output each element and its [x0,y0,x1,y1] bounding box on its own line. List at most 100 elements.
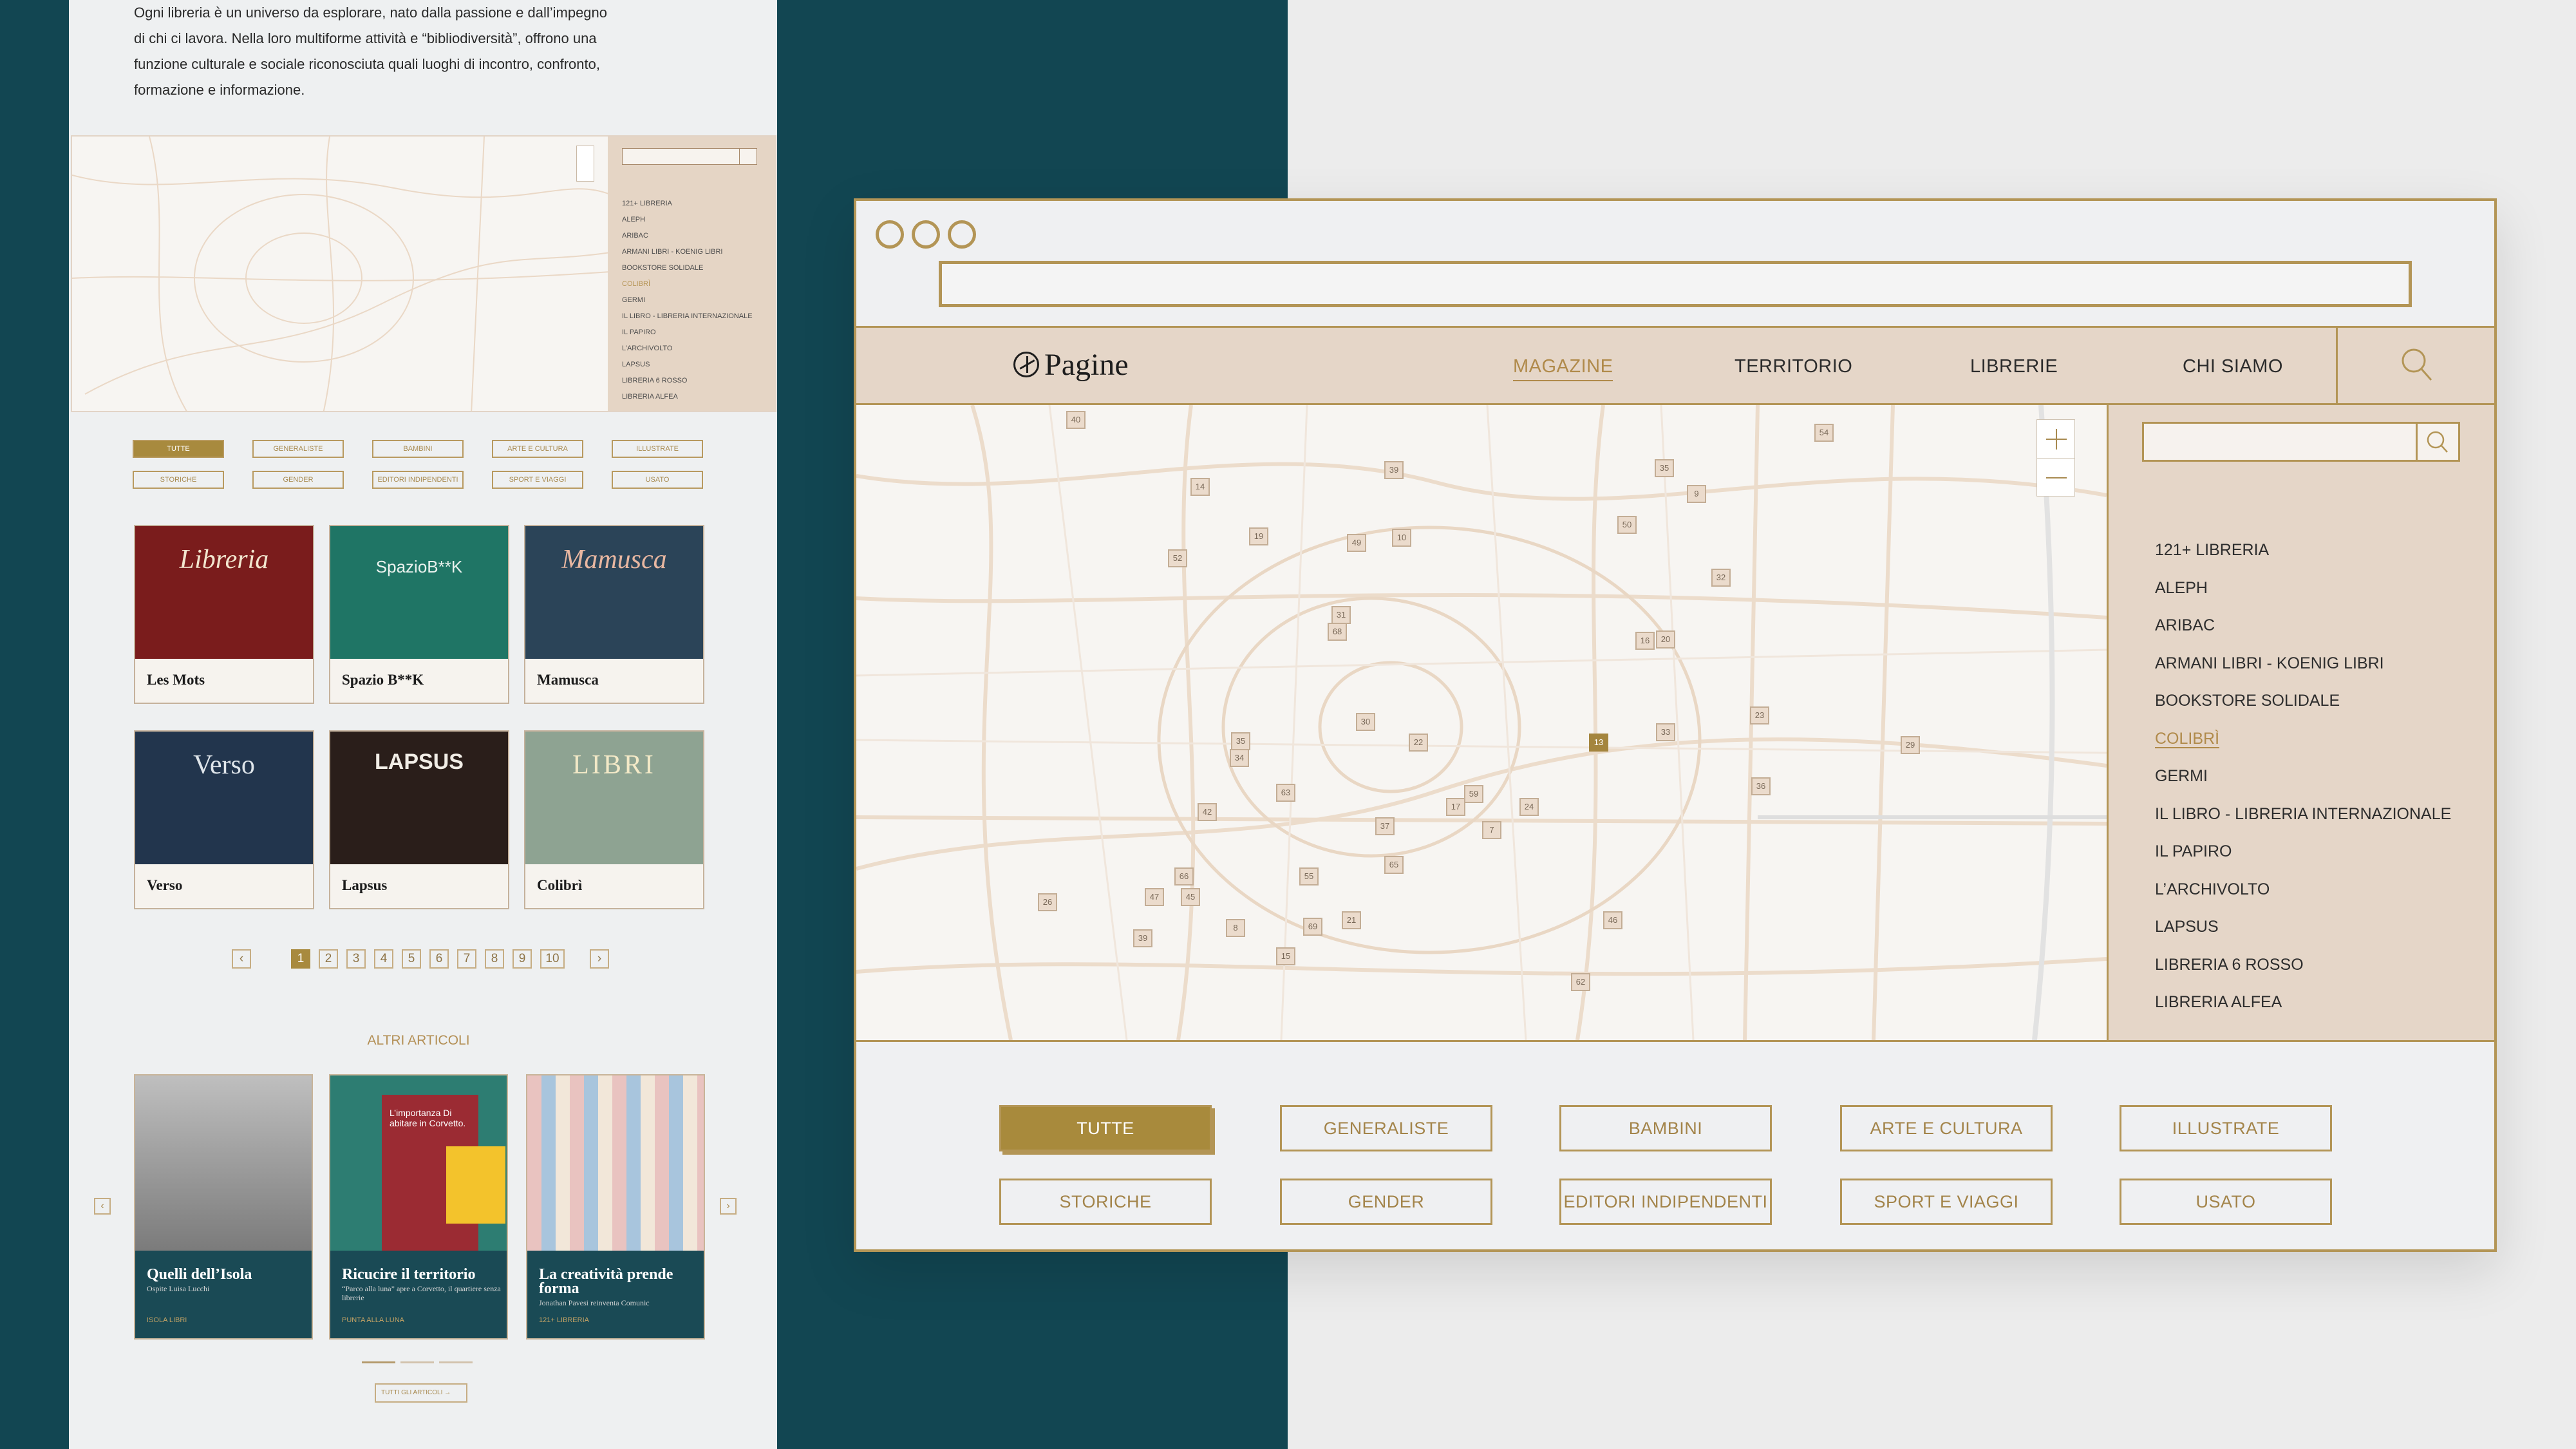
mini-filter-button[interactable]: USATO [612,471,703,489]
bookshop-list-item[interactable]: BOOKSTORE SOLIDALE [2155,682,2451,720]
article-tag[interactable]: PUNTA ALLA LUNA [342,1316,404,1324]
map-marker[interactable]: 65 [1384,856,1404,874]
nav-magazine[interactable]: MAGAZINE [1513,356,1613,381]
filter-button-gender[interactable]: GENDER [1280,1179,1492,1225]
map-marker[interactable]: 50 [1617,516,1637,534]
mini-zoom-control[interactable] [576,146,594,182]
map-marker[interactable]: 66 [1174,867,1194,886]
bookshop-card[interactable]: Libreria Les Mots [134,525,314,704]
mini-filter-button[interactable]: GENDER [252,471,344,489]
map-marker[interactable]: 54 [1814,424,1834,442]
map-marker[interactable]: 33 [1656,723,1675,741]
bookshop-list-item[interactable]: IL PAPIRO [2155,833,2451,871]
bookshop-card[interactable]: LAPSUS Lapsus [329,730,509,909]
page-number[interactable]: 5 [402,949,421,969]
mini-map[interactable]: 121+ LIBRERIA ALEPH ARIBAC ARMANI LIBRI … [71,135,776,412]
mini-list-item[interactable]: ARMANI LIBRI - KOENIG LIBRI [622,244,761,260]
map-marker[interactable]: 63 [1276,784,1295,802]
mini-filter-button[interactable]: TUTTE [133,440,224,458]
map-marker[interactable]: 21 [1342,911,1361,929]
bookshop-list-item[interactable]: LIBRERIA ALFEA [2155,983,2451,1021]
map-marker[interactable]: 29 [1901,736,1920,754]
map-marker[interactable]: 15 [1276,947,1295,965]
filter-button-illustrate[interactable]: ILLUSTRATE [2120,1105,2332,1151]
window-close-icon[interactable] [876,220,904,249]
zoom-out-icon[interactable] [2037,459,2074,497]
map-marker[interactable]: 39 [1384,461,1404,479]
map-marker[interactable]: 9 [1687,485,1706,503]
map-marker[interactable]: 35 [1231,732,1250,750]
bookshop-list-item[interactable]: 121+ LIBRERIA [2155,531,2451,569]
filter-button-usato[interactable]: USATO [2120,1179,2332,1225]
bookshop-map[interactable]: 40 54 14 39 35 9 52 19 49 10 50 32 31 68… [856,405,2107,1040]
map-marker[interactable]: 35 [1655,459,1674,477]
map-marker[interactable]: 37 [1375,817,1395,835]
map-marker[interactable]: 36 [1751,777,1771,795]
page-number[interactable]: 8 [485,949,504,969]
map-marker[interactable]: 32 [1711,569,1731,587]
mini-list-item[interactable]: LIBRERIA 6 ROSSO [622,373,761,389]
bookshop-list-item[interactable]: LAPSUS [2155,908,2451,946]
filter-button-storiche[interactable]: STORICHE [999,1179,1212,1225]
search-button[interactable] [2416,424,2458,460]
site-logo[interactable]: Pagine [1013,347,1129,383]
map-marker[interactable]: 22 [1409,734,1428,752]
carousel-dot[interactable] [362,1361,395,1363]
mini-list-item[interactable]: ARIBAC [622,228,761,244]
filter-button-tutte[interactable]: TUTTE [999,1105,1212,1151]
map-marker[interactable]: 47 [1145,888,1164,906]
filter-button-editori-indipendenti[interactable]: EDITORI INDIPENDENTI [1559,1179,1772,1225]
bookshop-list-item[interactable]: L’ARCHIVOLTO [2155,871,2451,909]
page-number[interactable]: 6 [429,949,449,969]
article-tag[interactable]: ISOLA LIBRI [147,1316,187,1324]
mini-list-item[interactable]: COLIBRÌ [622,276,761,292]
map-marker[interactable]: 62 [1571,973,1590,991]
article-card[interactable]: Quelli dell’Isola Ospite Luisa Lucchi IS… [134,1074,313,1340]
map-marker[interactable]: 16 [1635,632,1655,650]
prev-page-button[interactable]: ‹ [232,949,251,969]
map-marker[interactable]: 59 [1464,785,1483,803]
mini-filter-button[interactable]: STORICHE [133,471,224,489]
window-maximize-icon[interactable] [948,220,976,249]
page-number[interactable]: 7 [457,949,476,969]
map-marker[interactable]: 45 [1181,888,1200,906]
map-marker[interactable]: 39 [1133,929,1152,947]
carousel-next-button[interactable]: › [720,1198,737,1215]
bookshop-list-item-active[interactable]: COLIBRÌ [2155,720,2451,758]
page-number[interactable]: 3 [346,949,366,969]
bookshop-list-item[interactable]: ARIBAC [2155,607,2451,645]
map-marker[interactable]: 7 [1482,821,1501,839]
map-marker[interactable]: 23 [1750,706,1769,724]
bookshop-list-item[interactable]: GERMI [2155,757,2451,795]
all-articles-button[interactable]: TUTTI GLI ARTICOLI → [375,1383,467,1403]
mini-filter-button[interactable]: ILLUSTRATE [612,440,703,458]
map-marker[interactable]: 8 [1226,919,1245,937]
mini-list-item[interactable]: ALEPH [622,212,761,228]
map-marker[interactable]: 19 [1249,527,1268,545]
map-marker[interactable]: 17 [1446,798,1465,816]
carousel-dot[interactable] [400,1361,434,1363]
mini-list-item[interactable]: 121+ LIBRERIA [622,196,761,212]
nav-chi-siamo[interactable]: CHI SIAMO [2183,356,2283,377]
map-marker[interactable]: 46 [1603,911,1622,929]
filter-button-bambini[interactable]: BAMBINI [1559,1105,1772,1151]
bookshop-search-input[interactable] [2142,422,2460,462]
map-marker[interactable]: 69 [1303,918,1322,936]
map-marker[interactable]: 20 [1656,630,1675,649]
mini-list-item[interactable]: LIBRERIA ALFEA [622,389,761,405]
mini-filter-button[interactable]: EDITORI INDIPENDENTI [372,471,464,489]
mini-search-input[interactable] [622,148,757,165]
address-bar[interactable] [939,261,2412,307]
mini-filter-button[interactable]: SPORT E VIAGGI [492,471,583,489]
map-marker[interactable]: 34 [1230,749,1249,767]
bookshop-list-item[interactable]: ARMANI LIBRI - KOENIG LIBRI [2155,645,2451,683]
mini-list-item[interactable]: L’ARCHIVOLTO [622,341,761,357]
map-marker[interactable]: 14 [1190,478,1210,496]
carousel-dot[interactable] [439,1361,473,1363]
map-marker[interactable]: 52 [1168,549,1187,567]
map-marker[interactable]: 24 [1519,798,1539,816]
next-page-button[interactable]: › [590,949,609,969]
map-marker[interactable]: 31 [1331,606,1351,624]
filter-button-sport-viaggi[interactable]: SPORT E VIAGGI [1840,1179,2053,1225]
map-marker[interactable]: 26 [1038,893,1057,911]
